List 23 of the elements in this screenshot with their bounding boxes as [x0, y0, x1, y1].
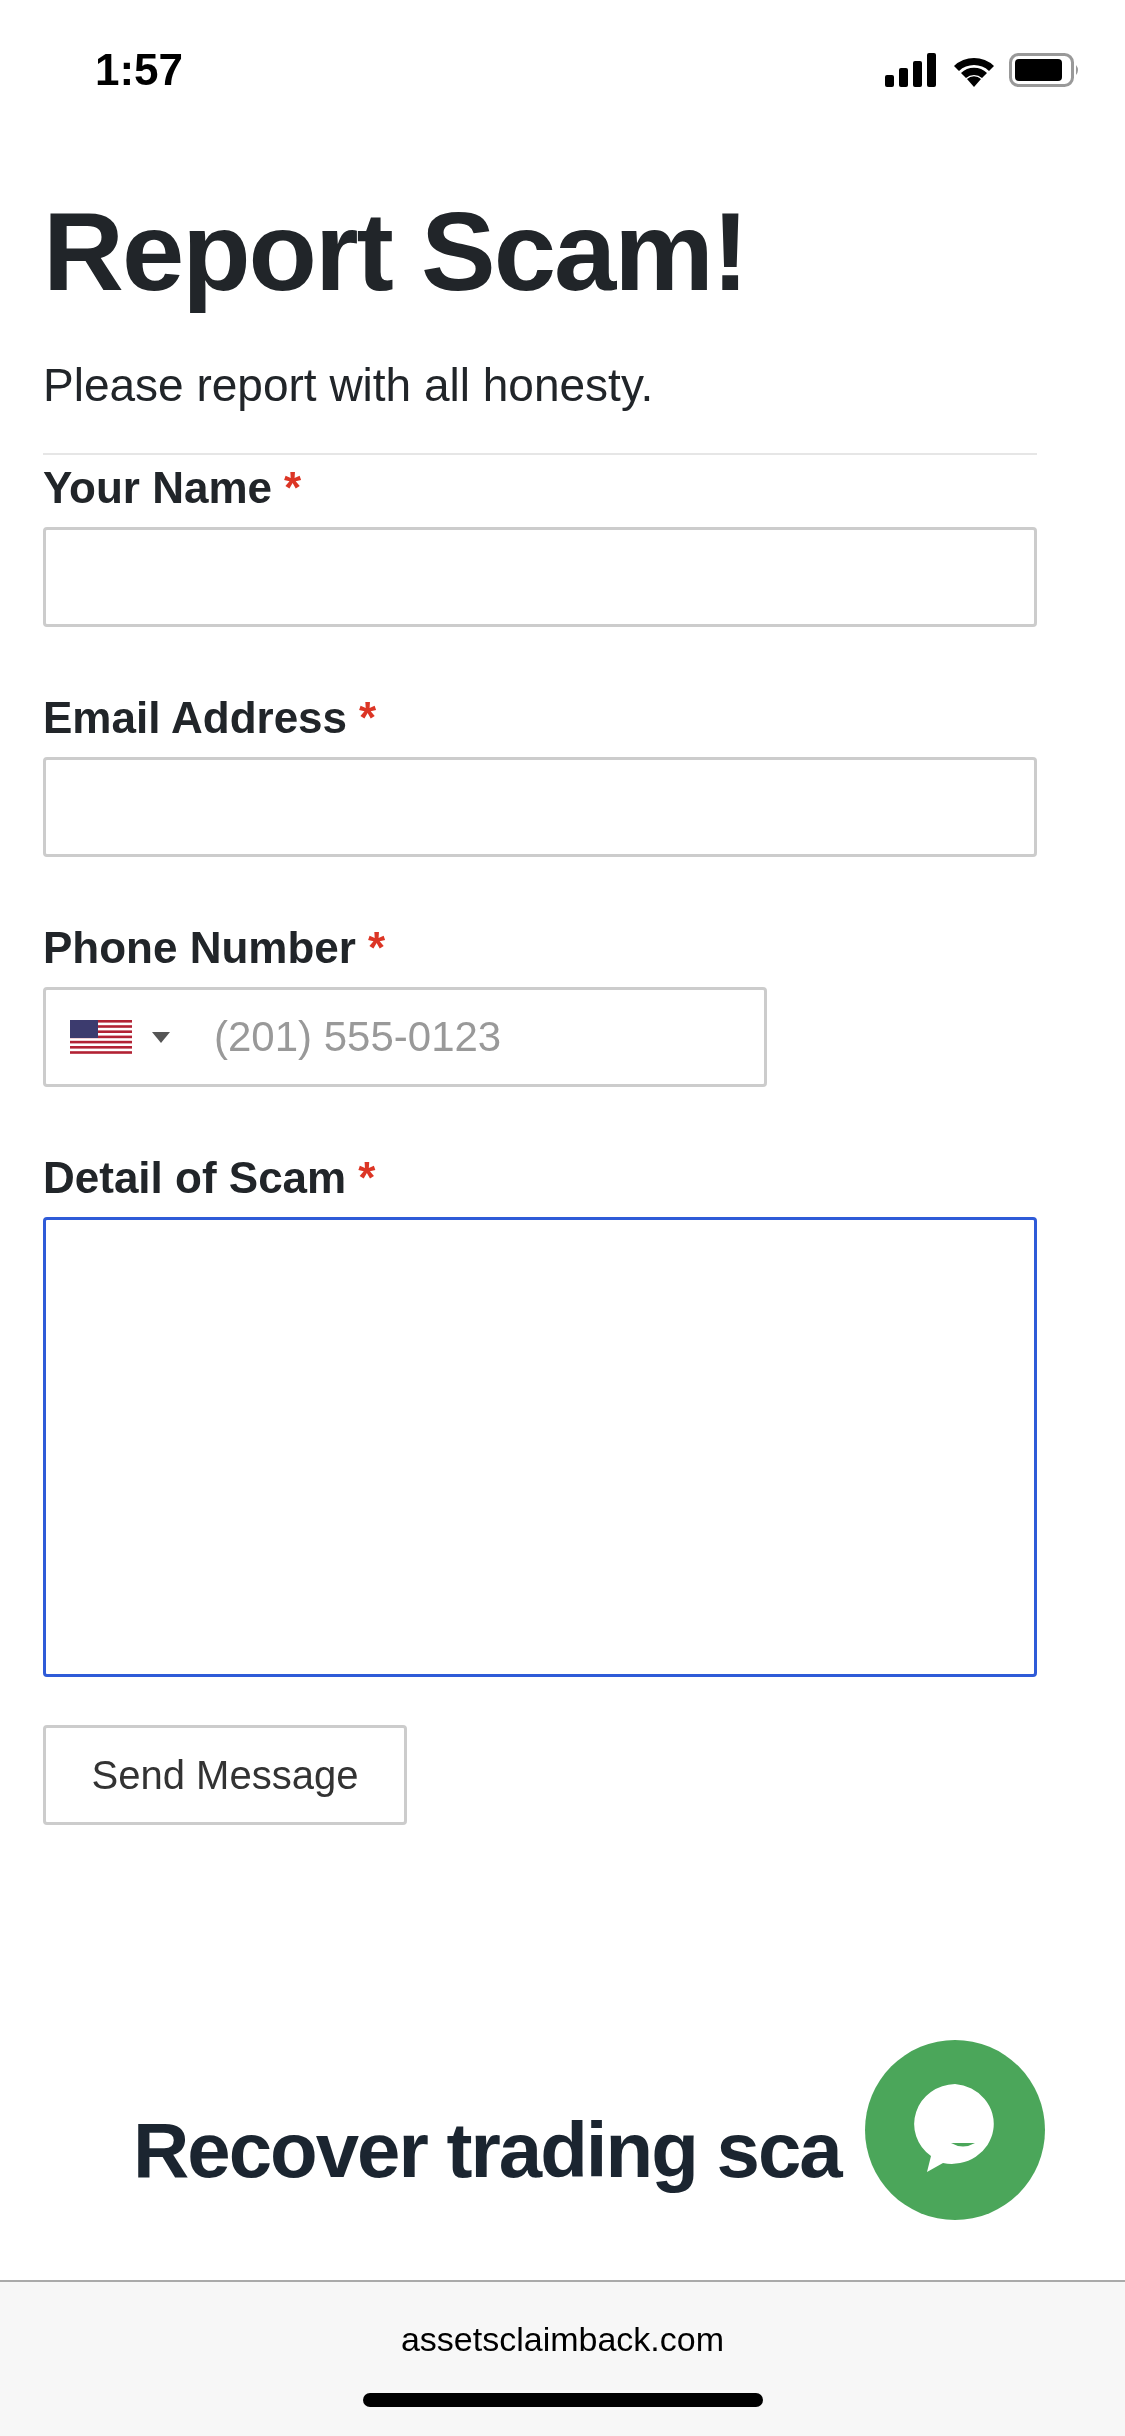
text-area[interactable] [43, 1217, 1037, 1678]
url-text[interactable]: assetsclaimback.com [400, 2320, 725, 2359]
required-mark: * [359, 693, 377, 744]
page-subtitle: Please report with all honesty. [43, 358, 655, 414]
status-time: 1:57 [95, 45, 184, 95]
signal-icon [885, 53, 939, 87]
required-mark: * [367, 923, 386, 974]
input-field[interactable] [43, 527, 1037, 628]
battery-icon [1009, 53, 1081, 87]
phone-field[interactable]: (201) 555-0123 [43, 987, 767, 1088]
field-label: Email Address [43, 693, 348, 744]
page-title: Report Scam! [43, 190, 749, 314]
send-message-button[interactable]: Send Message [43, 1725, 407, 1826]
field-label: Detail of Scam [43, 1153, 347, 1204]
input-field[interactable] [43, 757, 1037, 858]
flag-icon [70, 1020, 132, 1055]
field-label: Your Name [43, 463, 273, 514]
section-heading: Recover trading sca [133, 2105, 841, 2197]
dropdown-caret-icon[interactable] [152, 1031, 170, 1043]
field-label: Phone Number [43, 923, 356, 974]
required-mark: * [358, 1153, 376, 1204]
phone-number-input[interactable]: (201) 555-0123 [212, 1012, 736, 1063]
required-mark: * [284, 463, 302, 514]
